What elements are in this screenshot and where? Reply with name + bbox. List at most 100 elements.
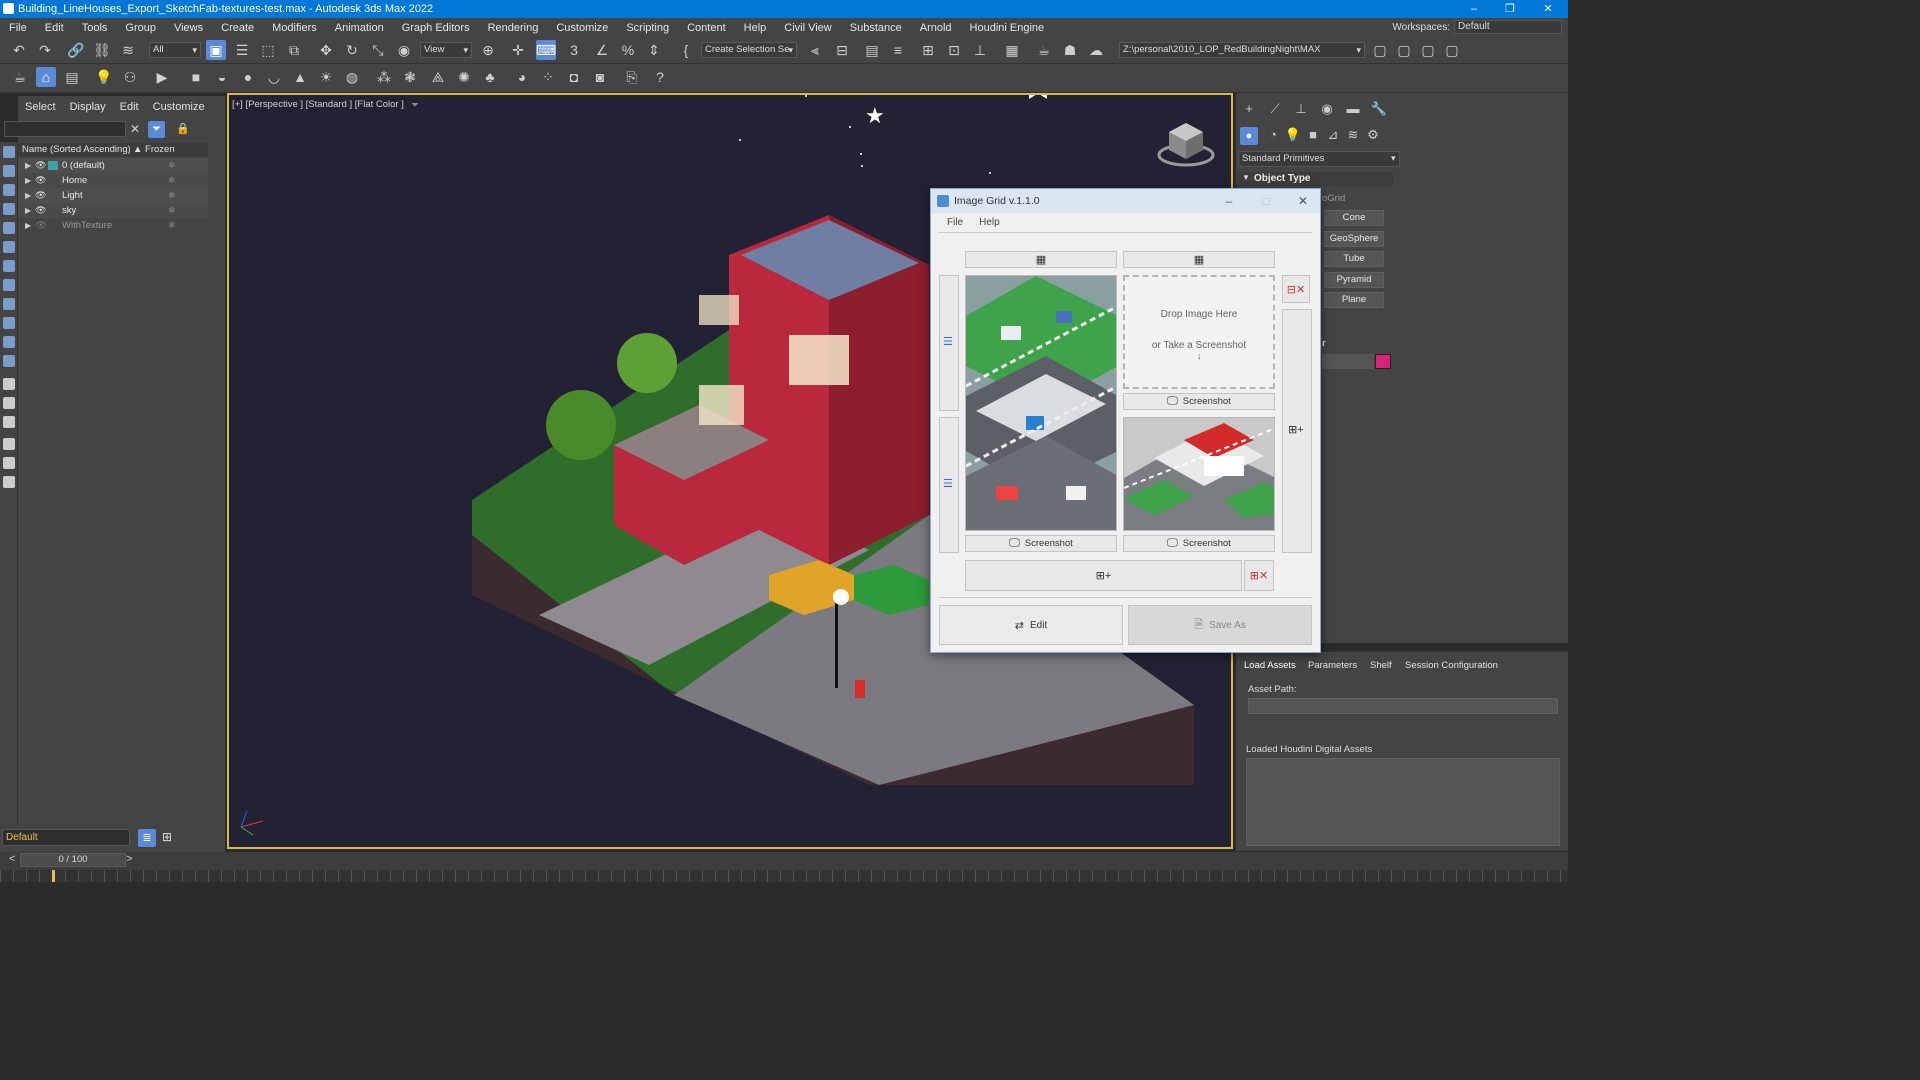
eye-icon[interactable]: 👁	[35, 173, 46, 188]
snowflake-icon[interactable]: ❄	[168, 203, 176, 218]
add-column-icon[interactable]: ⊞+	[1288, 423, 1304, 436]
explorer-menu-customize[interactable]: Customize	[146, 101, 212, 113]
particle-icon[interactable]: ⟁	[428, 67, 448, 87]
menu-substance[interactable]: Substance	[841, 22, 911, 34]
hierarchy-icon[interactable]: ⊞	[162, 830, 172, 844]
column-1-options-button[interactable]: ▦	[965, 251, 1117, 268]
scale-icon[interactable]: ⤡	[368, 40, 388, 60]
tab-load-assets[interactable]: Load Assets	[1244, 660, 1296, 671]
render-production-icon[interactable]: ☗	[1060, 40, 1080, 60]
menu-animation[interactable]: Animation	[326, 22, 393, 34]
filter-toggle-icon[interactable]: ⏷	[148, 121, 165, 138]
palette-icon[interactable]: ⁘	[538, 67, 558, 87]
percent-snap-icon[interactable]: %	[618, 40, 638, 60]
angle-snap-icon[interactable]: ∠	[592, 40, 612, 60]
add-row-button[interactable]: ⊞+	[965, 560, 1242, 591]
create-tab-icon[interactable]: +	[1240, 101, 1258, 119]
play-icon[interactable]: ▶	[152, 67, 172, 87]
clear-search-icon[interactable]: ✕	[130, 122, 140, 136]
reference-coord-select[interactable]: View	[420, 42, 472, 58]
fur-icon[interactable]: ❃	[400, 67, 420, 87]
display-icon[interactable]	[3, 165, 15, 177]
help-icon[interactable]: ?	[650, 67, 670, 87]
ribbon-icon[interactable]: ≡	[888, 40, 908, 60]
screenshot-button-cell-4[interactable]: 🖵 Screenshot	[1123, 535, 1275, 552]
dialog-maximize-icon[interactable]: □	[1251, 189, 1281, 213]
layer-select[interactable]: Default	[2, 829, 130, 846]
object-type-rollout[interactable]: Object Type	[1238, 172, 1393, 186]
selection-filter-select[interactable]: All	[149, 42, 201, 58]
select-icon[interactable]	[3, 146, 15, 158]
utilities-tab-icon[interactable]: 🔧	[1370, 101, 1388, 119]
keyboard-shortcut-icon[interactable]: ⌨	[536, 40, 556, 60]
menu-customize[interactable]: Customize	[547, 22, 617, 34]
menu-civil-view[interactable]: Civil View	[775, 22, 840, 34]
workspace-select[interactable]: Default	[1454, 20, 1562, 34]
bind-space-warp-icon[interactable]: ≋	[118, 40, 138, 60]
expand-icon[interactable]: ▶	[25, 173, 31, 188]
plane-button[interactable]: Plane	[1324, 292, 1384, 308]
drop-zone[interactable]: Drop Image Here or Take a Screenshot ↓	[1123, 275, 1275, 389]
curve-editor-icon[interactable]: ⊞	[918, 40, 938, 60]
spacewarp-icon[interactable]	[3, 241, 15, 253]
frame-buffer-icon[interactable]: ▤	[62, 67, 82, 87]
column-2-options-button[interactable]: ▦	[1123, 251, 1275, 268]
timeline-ticks[interactable]	[0, 870, 1568, 882]
schematic-view-icon[interactable]: ⊡	[944, 40, 964, 60]
cone-icon[interactable]: ▲	[290, 67, 310, 87]
container-icon[interactable]	[3, 279, 15, 291]
cone-button[interactable]: Cone	[1324, 210, 1384, 226]
expand-icon[interactable]: ▶	[25, 218, 31, 233]
helper-icon[interactable]	[3, 222, 15, 234]
lock-icon[interactable]: 🔒	[176, 122, 190, 135]
tab-parameters[interactable]: Parameters	[1308, 660, 1357, 671]
display-tab-icon[interactable]: ▬	[1344, 101, 1362, 119]
dome-icon[interactable]: ◒	[212, 67, 232, 87]
menu-help[interactable]: Help	[735, 22, 776, 34]
eye-icon[interactable]: 👁	[35, 158, 46, 173]
rendered-frame-icon[interactable]: ☕	[1034, 40, 1054, 60]
pivot-icon[interactable]: ⊕	[478, 40, 498, 60]
plant-icon[interactable]: ♣	[480, 67, 500, 87]
edit-button[interactable]: ⇄ Edit	[939, 605, 1123, 645]
snowflake-icon[interactable]: ❄	[168, 158, 176, 173]
chevron-down-icon[interactable]: ▾	[1391, 153, 1396, 164]
image-cell-city-grid[interactable]	[965, 275, 1117, 531]
layers-icon[interactable]: ≣	[138, 829, 156, 847]
list-icon[interactable]	[3, 378, 15, 390]
sky-sphere-icon[interactable]: ◍	[342, 67, 362, 87]
edit-named-selection-icon[interactable]: {	[676, 40, 696, 60]
arnold-icon[interactable]: ◙	[590, 67, 610, 87]
filter-icon[interactable]	[3, 457, 15, 469]
undo-icon[interactable]: ↶	[9, 40, 29, 60]
box-icon[interactable]: ■	[186, 67, 206, 87]
page-icon[interactable]	[3, 397, 15, 409]
cameras-icon[interactable]: ■	[1304, 127, 1322, 145]
teapot-icon[interactable]: ☕	[10, 67, 30, 87]
col-name-header[interactable]: Name (Sorted Ascending)	[18, 143, 138, 157]
geometry-icon[interactable]: ●	[1240, 127, 1258, 145]
menu-edit[interactable]: Edit	[36, 22, 73, 34]
menu-content[interactable]: Content	[678, 22, 735, 34]
menu-tools[interactable]: Tools	[73, 22, 117, 34]
select-manipulate-icon[interactable]: ✛	[508, 40, 528, 60]
align-icon[interactable]: ⊟	[832, 40, 852, 60]
tree-row[interactable]: ▶ 👁 Light ❄	[18, 188, 208, 203]
menu-arnold[interactable]: Arnold	[911, 22, 961, 34]
expand-icon[interactable]: ▶	[25, 188, 31, 203]
screenshot-button-cell-3[interactable]: 🖵 Screenshot	[965, 535, 1117, 552]
object-color-swatch[interactable]	[1375, 354, 1391, 369]
tree-row[interactable]: ▶ 👁 WithTexture ❄	[18, 218, 208, 233]
close-icon[interactable]: ✕	[1530, 0, 1566, 18]
select-by-name-icon[interactable]: ☰	[232, 40, 252, 60]
window-crossing-icon[interactable]: ⧉	[284, 40, 304, 60]
loaded-assets-list[interactable]	[1246, 758, 1560, 846]
row-options-icon[interactable]: ☰	[943, 477, 953, 490]
export-icon[interactable]: ⎘	[622, 67, 642, 87]
menu-create[interactable]: Create	[212, 22, 263, 34]
xref-icon[interactable]	[3, 317, 15, 329]
motion-tab-icon[interactable]: ◉	[1318, 101, 1336, 119]
move-icon[interactable]: ✥	[316, 40, 336, 60]
material-ball-icon[interactable]: ◕	[512, 67, 532, 87]
funnel-icon[interactable]	[3, 438, 15, 450]
